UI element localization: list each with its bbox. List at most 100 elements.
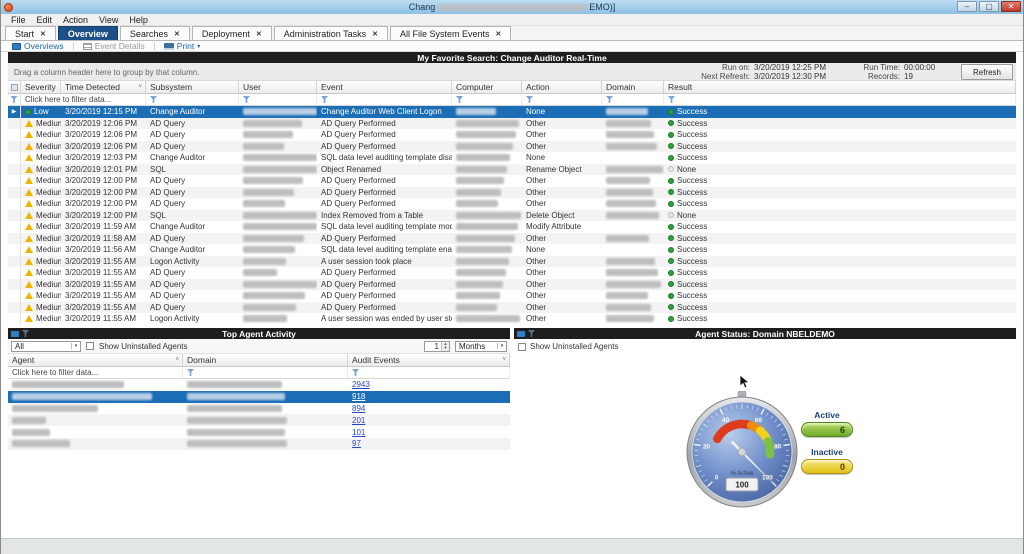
overviews-button[interactable]: Overviews (7, 41, 69, 51)
export-icon[interactable] (517, 331, 525, 337)
tab-administration-tasks[interactable]: Administration Tasks✕ (274, 26, 388, 40)
agent-row[interactable]: 97 (8, 438, 510, 450)
event-row[interactable]: Medium3/20/2019 12:00 PMAD QueryAD Query… (8, 187, 1016, 199)
column-filter[interactable] (317, 94, 452, 105)
audit-events-link[interactable]: 97 (352, 439, 361, 448)
column-filter[interactable] (452, 94, 522, 105)
agent-row[interactable]: 201 (8, 414, 510, 426)
column-filter[interactable] (146, 94, 239, 105)
filter-funnel-icon[interactable] (352, 369, 359, 376)
filter-funnel-icon[interactable] (187, 369, 194, 376)
column-header-domain[interactable]: Domain (602, 81, 664, 93)
event-row[interactable]: Medium3/20/2019 12:00 PMAD QueryAD Query… (8, 198, 1016, 210)
column-header-severity[interactable]: Severity (21, 81, 61, 93)
title-bar[interactable]: Chang EMO)] – ▢ ✕ (0, 0, 1024, 14)
audit-events-link[interactable]: 894 (352, 404, 365, 413)
aa-column-header-agent[interactable]: Agent˄ (8, 354, 183, 366)
event-row[interactable]: Medium3/20/2019 11:55 AMAD QueryAD Query… (8, 267, 1016, 279)
tab-close-icon[interactable]: ✕ (40, 30, 46, 38)
column-header-user[interactable]: User (239, 81, 317, 93)
audit-events-link[interactable]: 201 (352, 416, 365, 425)
period-unit-dropdown[interactable]: Months ▾ (455, 341, 507, 352)
tab-start[interactable]: Start✕ (5, 26, 56, 40)
event-row[interactable]: Medium3/20/2019 11:58 AMAD QueryAD Query… (8, 233, 1016, 245)
filter-hint[interactable]: Click here to filter data... (21, 94, 146, 105)
aa-column-header-domain[interactable]: Domain (183, 354, 348, 366)
filter-funnel-icon[interactable] (11, 96, 18, 103)
tab-searches[interactable]: Searches✕ (120, 26, 190, 40)
agent-row[interactable]: 918 (8, 391, 510, 403)
event-row[interactable]: Medium3/20/2019 11:55 AMAD QueryAD Query… (8, 279, 1016, 291)
tab-close-icon[interactable]: ✕ (372, 30, 378, 38)
period-value-stepper[interactable]: 1 ▲ ▼ (424, 341, 450, 352)
menu-item-help[interactable]: Help (124, 15, 153, 25)
menu-item-view[interactable]: View (94, 15, 123, 25)
filter-hint[interactable]: Click here to filter data... (8, 367, 183, 378)
audit-events-link[interactable]: 101 (352, 428, 365, 437)
inactive-count-button[interactable]: 0 (801, 459, 853, 474)
menu-item-action[interactable]: Action (58, 15, 93, 25)
filter-funnel-icon[interactable] (456, 96, 463, 103)
active-count-button[interactable]: 6 (801, 422, 853, 437)
tab-overview[interactable]: Overview (58, 26, 118, 40)
minimize-button[interactable]: – (957, 1, 977, 12)
tab-close-icon[interactable]: ✕ (174, 30, 180, 38)
column-header-subsystem[interactable]: Subsystem (146, 81, 239, 93)
column-filter[interactable] (664, 94, 1016, 105)
filter-funnel-icon[interactable] (668, 96, 675, 103)
event-row[interactable]: Medium3/20/2019 12:06 PMAD QueryAD Query… (8, 118, 1016, 130)
event-row[interactable]: Medium3/20/2019 11:55 AMLogon ActivityA … (8, 313, 1016, 325)
event-row[interactable]: Medium3/20/2019 12:01 PMSQLObject Rename… (8, 164, 1016, 176)
group-by-hint[interactable]: Drag a column header here to group by th… (14, 68, 199, 77)
tab-close-icon[interactable]: ✕ (256, 30, 262, 38)
show-uninstalled-checkbox[interactable] (518, 343, 526, 351)
filter-funnel-icon[interactable] (526, 96, 533, 103)
print-button[interactable]: Print▾ (159, 41, 206, 51)
event-row[interactable]: Medium3/20/2019 12:00 PMAD QueryAD Query… (8, 175, 1016, 187)
audit-events-link[interactable]: 918 (352, 392, 365, 401)
close-button[interactable]: ✕ (1001, 1, 1021, 12)
event-row[interactable]: Medium3/20/2019 12:06 PMAD QueryAD Query… (8, 141, 1016, 153)
event-row[interactable]: Medium3/20/2019 12:06 PMAD QueryAD Query… (8, 129, 1016, 141)
agent-row[interactable]: 2943 (8, 379, 510, 391)
scope-dropdown[interactable]: All ▾ (11, 341, 81, 352)
event-row[interactable]: ▶Low3/20/2019 12:15 PMChange AuditorChan… (8, 106, 1016, 118)
audit-events-link[interactable]: 2943 (352, 380, 370, 389)
column-header-computer[interactable]: Computer (452, 81, 522, 93)
column-filter[interactable] (522, 94, 602, 105)
show-uninstalled-checkbox[interactable] (86, 342, 94, 350)
event-grid-filter-row[interactable]: Click here to filter data... (8, 94, 1016, 106)
column-header-action[interactable]: Action (522, 81, 602, 93)
tab-all-file-system-events[interactable]: All File System Events✕ (390, 26, 511, 40)
event-row[interactable]: Medium3/20/2019 11:56 AMChange AuditorSQ… (8, 244, 1016, 256)
column-filter[interactable] (183, 367, 348, 378)
column-header-event[interactable]: Event (317, 81, 452, 93)
filter-funnel-icon[interactable] (321, 96, 328, 103)
filter-icon[interactable] (22, 330, 29, 337)
event-row[interactable]: Medium3/20/2019 12:03 PMChange AuditorSQ… (8, 152, 1016, 164)
column-filter[interactable] (239, 94, 317, 105)
event-row[interactable]: Medium3/20/2019 11:55 AMAD QueryAD Query… (8, 290, 1016, 302)
menu-item-file[interactable]: File (6, 15, 31, 25)
column-header-time-detected[interactable]: Time Detected˅ (61, 81, 146, 93)
filter-icon[interactable] (528, 330, 535, 337)
tab-deployment[interactable]: Deployment✕ (192, 26, 272, 40)
spin-down-icon[interactable]: ▼ (442, 346, 449, 351)
agent-row[interactable]: 101 (8, 426, 510, 438)
agent-row[interactable]: 894 (8, 403, 510, 415)
event-row[interactable]: Medium3/20/2019 11:55 AMAD QueryAD Query… (8, 302, 1016, 314)
column-header-result[interactable]: Result (664, 81, 1016, 93)
column-filter[interactable] (348, 367, 510, 378)
column-filter[interactable] (602, 94, 664, 105)
agent-activity-filter-row[interactable]: Click here to filter data... (8, 367, 510, 379)
event-row[interactable]: Medium3/20/2019 11:55 AMLogon ActivityA … (8, 256, 1016, 268)
event-row[interactable]: Medium3/20/2019 12:00 PMSQLIndex Removed… (8, 210, 1016, 222)
menu-item-edit[interactable]: Edit (32, 15, 58, 25)
filter-funnel-icon[interactable] (243, 96, 250, 103)
refresh-button[interactable]: Refresh (961, 64, 1013, 80)
maximize-button[interactable]: ▢ (979, 1, 999, 12)
filter-funnel-icon[interactable] (606, 96, 613, 103)
aa-column-header-audit-events[interactable]: Audit Events˅ (348, 354, 510, 366)
tab-close-icon[interactable]: ✕ (496, 30, 502, 38)
export-icon[interactable] (11, 331, 19, 337)
